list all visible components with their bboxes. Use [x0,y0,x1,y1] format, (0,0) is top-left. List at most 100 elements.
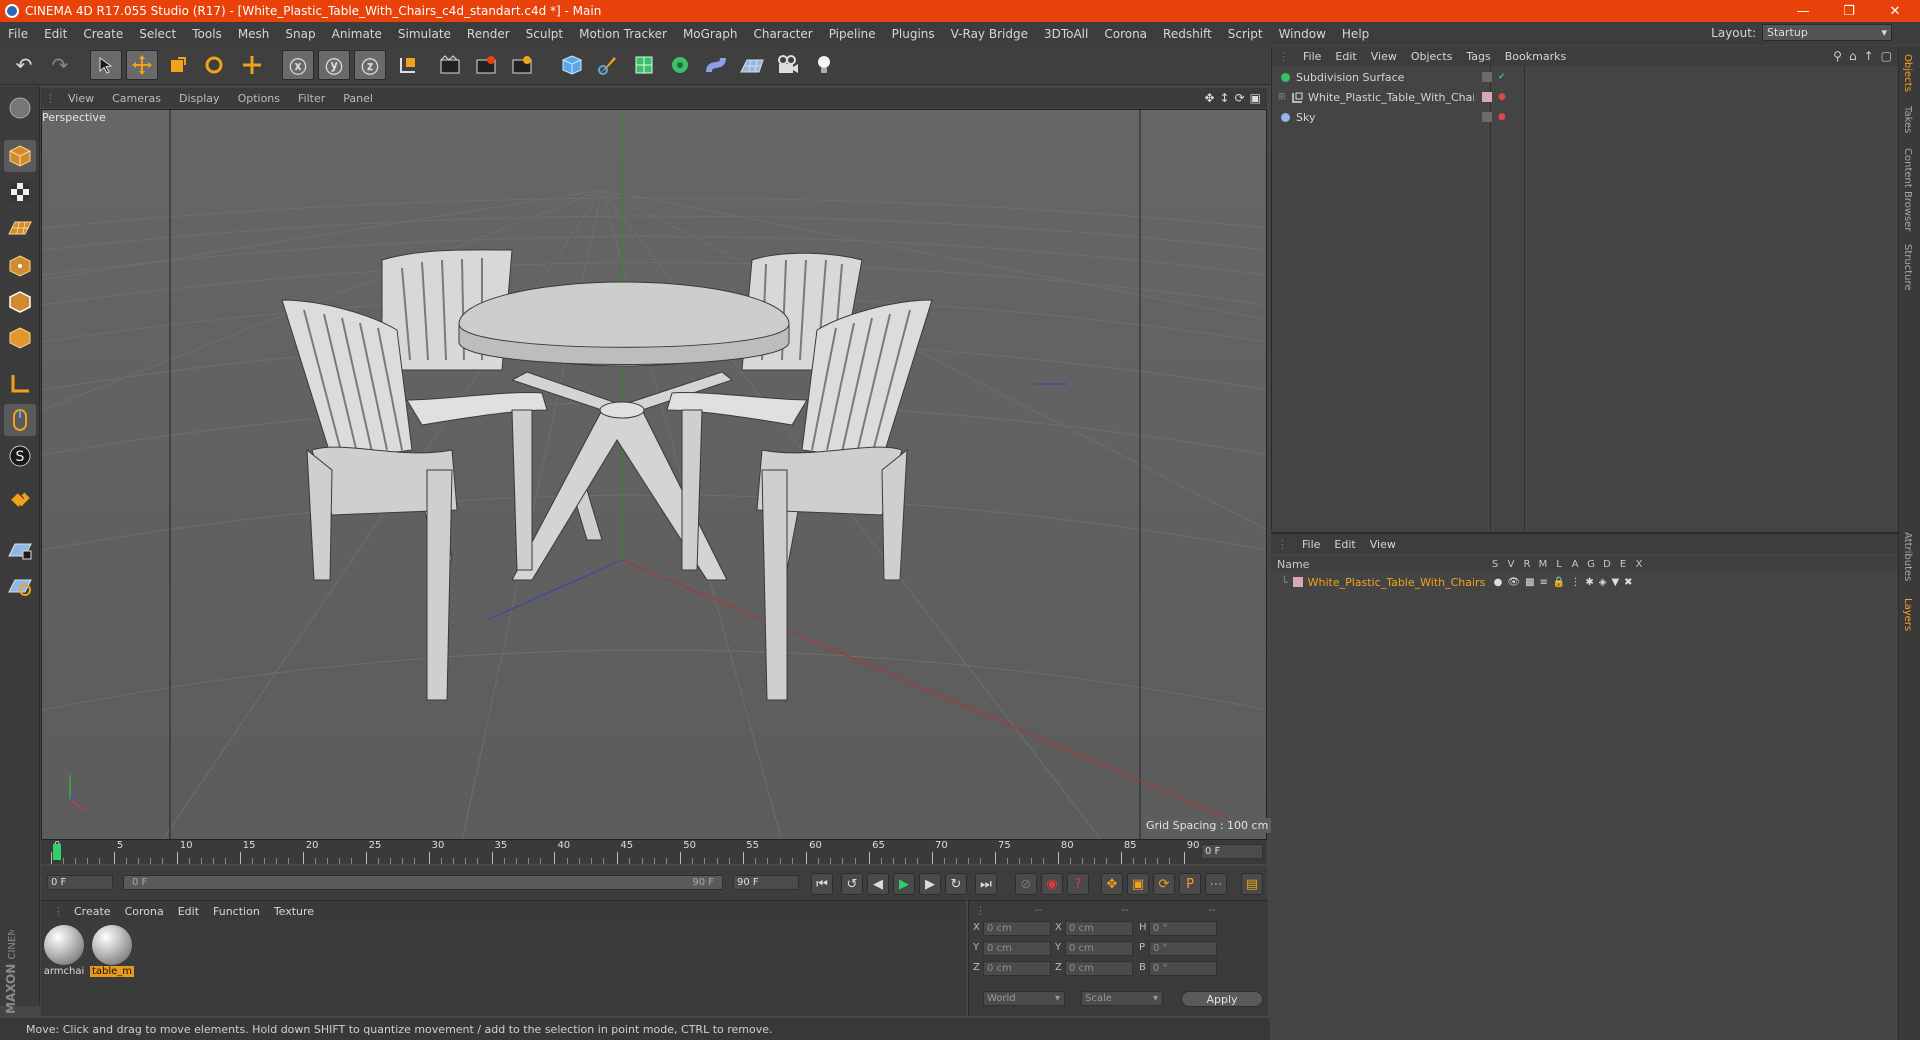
record-parameter-icon[interactable]: P [1179,873,1201,895]
xref-toggle-icon[interactable]: ✖ [1624,577,1632,588]
menu-item-tools[interactable]: Tools [184,27,230,41]
menu-item-file[interactable]: File [0,27,36,41]
record-rotation-icon[interactable]: ⟳ [1153,873,1175,895]
workplane-icon[interactable] [4,212,36,244]
menu-item-pipeline[interactable]: Pipeline [821,27,884,41]
deformers-toggle-icon[interactable]: ◈ [1599,577,1607,588]
menu-item-v-ray-bridge[interactable]: V-Ray Bridge [943,27,1036,41]
magnet-icon[interactable] [4,486,36,518]
menu-item-help[interactable]: Help [1334,27,1377,41]
layer-menu-view[interactable]: View [1363,538,1403,551]
render-view-icon[interactable] [434,50,466,80]
tab-layers[interactable]: Layers [1902,598,1913,631]
object-name[interactable]: Sky [1296,111,1474,124]
object-menu-view[interactable]: View [1364,50,1404,63]
record-keys-icon[interactable]: ⊘ [1015,873,1037,895]
tab-content-browser[interactable]: Content Browser [1902,148,1913,231]
light-icon[interactable] [808,50,840,80]
new-view-icon[interactable]: ▢ [1881,49,1892,63]
material-menu-texture[interactable]: Texture [267,905,321,918]
current-frame-field[interactable]: 0 F [1201,844,1263,859]
size-field[interactable]: 0 cm [1065,921,1133,936]
arrow-up-icon[interactable]: ↑ [1864,49,1874,63]
menu-item-render[interactable]: Render [459,27,518,41]
layer-column-l[interactable]: L [1551,559,1567,570]
render-toggle-icon[interactable]: ▩ [1525,577,1534,588]
menu-item-window[interactable]: Window [1271,27,1334,41]
material-menu-create[interactable]: Create [67,905,118,918]
record-pla-icon[interactable]: ⋯ [1205,873,1227,895]
texture-mode-icon[interactable] [4,176,36,208]
menu-item-sculpt[interactable]: Sculpt [518,27,571,41]
object-menu-file[interactable]: File [1296,50,1328,63]
expressions-toggle-icon[interactable]: ▼ [1611,577,1619,588]
layer-column-a[interactable]: A [1567,559,1583,570]
layer-column-d[interactable]: D [1599,559,1615,570]
rotate-icon[interactable] [198,50,230,80]
layer-name[interactable]: White_Plastic_Table_With_Chairs [1308,576,1488,589]
deformer-icon[interactable] [700,50,732,80]
apply-button[interactable]: Apply [1181,991,1263,1007]
timeline-ruler[interactable]: 051015202530354045505560657075808590 0 F [41,840,1267,864]
render-settings-icon[interactable] [506,50,538,80]
object-menu-edit[interactable]: Edit [1328,50,1363,63]
rotation-field[interactable]: 0 ° [1149,961,1217,976]
keyframe-selection-icon[interactable]: ? [1067,873,1089,895]
make-editable-icon[interactable] [4,92,36,124]
layer-column-s[interactable]: S [1487,559,1503,570]
object-row[interactable]: ⊞ White_Plastic_Table_With_Chairs ● [1278,88,1888,106]
go-to-start-icon[interactable]: ⏮ [811,873,833,895]
material-menu-corona[interactable]: Corona [118,905,171,918]
layer-column-e[interactable]: E [1615,559,1631,570]
search-icon[interactable]: ⚲ [1833,49,1842,63]
lock-workplane-icon[interactable] [4,534,36,566]
menu-item-corona[interactable]: Corona [1096,27,1155,41]
tab-attributes[interactable]: Attributes [1902,532,1913,581]
object-row[interactable]: Sky ● [1278,108,1888,126]
undo-icon[interactable]: ↶ [8,50,40,80]
layer-column-v[interactable]: V [1503,559,1519,570]
restore-icon[interactable]: ❐ [1826,0,1872,22]
camera-icon[interactable] [772,50,804,80]
menu-item-script[interactable]: Script [1220,27,1271,41]
object-name[interactable]: White_Plastic_Table_With_Chairs [1308,91,1474,104]
end-frame-field[interactable]: 90 F [733,875,799,890]
viewport-menu-filter[interactable]: Filter [289,92,334,105]
visible-toggle-icon[interactable]: 👁 [1507,577,1520,588]
points-mode-icon[interactable] [4,250,36,282]
visibility-dot-icon[interactable]: ● [1498,92,1506,102]
world-dropdown[interactable]: World ▾ [983,991,1065,1006]
layer-swatch[interactable] [1482,112,1492,122]
menu-item-select[interactable]: Select [131,27,184,41]
viewport-menu-display[interactable]: Display [170,92,229,105]
menu-item-simulate[interactable]: Simulate [390,27,459,41]
layer-row[interactable]: └ White_Plastic_Table_With_Chairs ● 👁 ▩ … [1271,574,1898,590]
tab-objects[interactable]: Objects [1902,54,1913,92]
menu-item-3dtoall[interactable]: 3DToAll [1036,27,1096,41]
next-key-icon[interactable]: ↻ [945,873,967,895]
record-scale-icon[interactable]: ▣ [1127,873,1149,895]
frame-range-slider[interactable]: 0 F 90 F [123,875,723,890]
size-field[interactable]: 0 cm [1065,961,1133,976]
menu-item-plugins[interactable]: Plugins [884,27,943,41]
viewport-menu-options[interactable]: Options [229,92,289,105]
layer-menu-file[interactable]: File [1295,538,1327,551]
rotation-field[interactable]: 0 ° [1149,921,1217,936]
snap-icon[interactable]: S [4,440,36,472]
layer-swatch[interactable] [1482,72,1492,82]
close-icon[interactable]: ✕ [1872,0,1918,22]
y-axis-icon[interactable]: ⓨ [318,50,350,80]
subdivision-icon[interactable] [628,50,660,80]
go-to-end-icon[interactable]: ⏭ [975,873,997,895]
tab-takes[interactable]: Takes [1902,106,1913,133]
visibility-dot-icon[interactable]: ● [1498,112,1506,122]
scale-icon[interactable] [162,50,194,80]
layout-dropdown[interactable]: Startup ▾ [1762,24,1892,41]
transform-icon[interactable] [236,50,268,80]
material-menu-edit[interactable]: Edit [171,905,206,918]
axis-mode-icon[interactable] [4,368,36,400]
perspective-viewport[interactable] [41,109,1267,840]
x-axis-icon[interactable]: ⓧ [282,50,314,80]
expand-icon[interactable]: ⊞ [1278,92,1292,102]
autokey-icon[interactable]: ◉ [1041,873,1063,895]
